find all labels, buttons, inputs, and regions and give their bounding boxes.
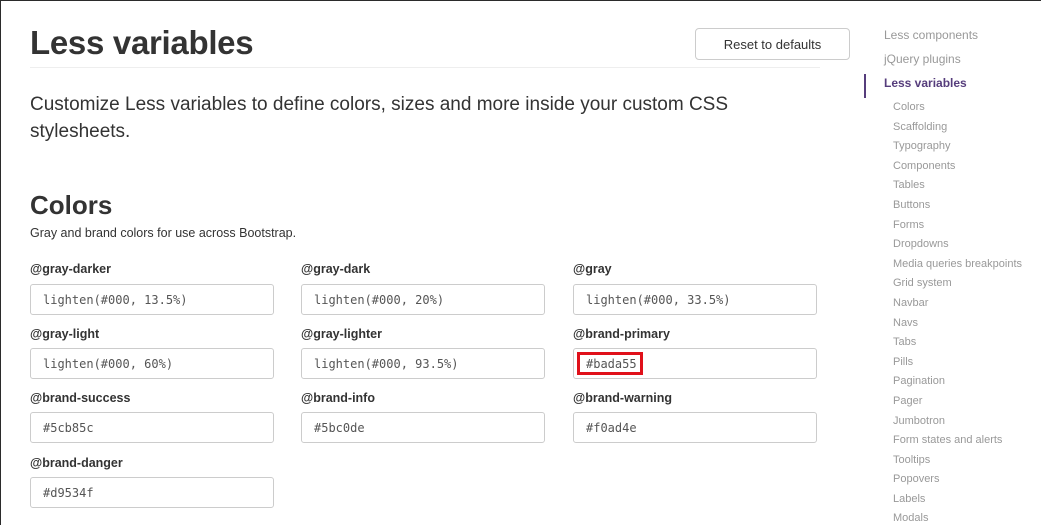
sidebar-subitem-pills[interactable]: Pills — [864, 353, 1041, 373]
var-label-brand-primary: @brand-primary — [573, 327, 670, 341]
var-label-gray: @gray — [573, 262, 612, 276]
var-label-brand-warning: @brand-warning — [573, 391, 672, 405]
sidebar-subitem-jumbotron[interactable]: Jumbotron — [864, 412, 1041, 432]
colors-section-title: Colors — [30, 190, 113, 220]
var-input-gray[interactable] — [573, 284, 817, 315]
sidebar-subitem-pagination[interactable]: Pagination — [864, 372, 1041, 392]
sidebar-subitem-navs[interactable]: Navs — [864, 314, 1041, 334]
sidebar-subitem-navbar[interactable]: Navbar — [864, 294, 1041, 314]
sidebar-subitem-buttons[interactable]: Buttons — [864, 196, 1041, 216]
var-input-gray-darker[interactable] — [30, 284, 274, 315]
var-input-brand-info[interactable] — [301, 412, 545, 443]
main-content: Less variables Reset to defaults Customi… — [30, 0, 850, 525]
var-input-brand-success[interactable] — [30, 412, 274, 443]
var-label-gray-light: @gray-light — [30, 327, 100, 341]
sidebar-subitem-media-queries-breakpoints[interactable]: Media queries breakpoints — [864, 255, 1041, 275]
var-label-gray-lighter: @gray-lighter — [301, 327, 382, 341]
docs-sidebar-nav: Less components jQuery plugins Less vari… — [864, 26, 1041, 525]
var-label-gray-darker: @gray-darker — [30, 262, 111, 276]
var-label-brand-success: @brand-success — [30, 391, 131, 405]
sidebar-subitem-forms[interactable]: Forms — [864, 216, 1041, 236]
colors-section-description: Gray and brand colors for use across Boo… — [30, 226, 297, 240]
sidebar-subitem-form-states-and-alerts[interactable]: Form states and alerts — [864, 431, 1041, 451]
sidebar-subitem-pager[interactable]: Pager — [864, 392, 1041, 412]
sidebar-subitem-modals[interactable]: Modals — [864, 509, 1041, 525]
reset-defaults-button[interactable]: Reset to defaults — [695, 28, 850, 60]
sidebar-item-less-variables[interactable]: Less variables — [864, 74, 1041, 98]
sidebar-item-less-components[interactable]: Less components — [864, 26, 1041, 50]
var-label-brand-danger: @brand-danger — [30, 456, 123, 470]
sidebar-subitem-grid-system[interactable]: Grid system — [864, 274, 1041, 294]
sidebar-subitem-dropdowns[interactable]: Dropdowns — [864, 235, 1041, 255]
var-input-gray-lighter[interactable] — [301, 348, 545, 379]
var-input-gray-light[interactable] — [30, 348, 274, 379]
sidebar-subitem-tabs[interactable]: Tabs — [864, 333, 1041, 353]
var-label-gray-dark: @gray-dark — [301, 262, 371, 276]
sidebar-subitem-tooltips[interactable]: Tooltips — [864, 451, 1041, 471]
var-label-brand-info: @brand-info — [301, 391, 375, 405]
var-input-brand-primary[interactable] — [573, 348, 817, 379]
sidebar-subitem-labels[interactable]: Labels — [864, 490, 1041, 510]
var-input-brand-warning[interactable] — [573, 412, 817, 443]
sidebar-subitem-scaffolding[interactable]: Scaffolding — [864, 118, 1041, 138]
var-input-gray-dark[interactable] — [301, 284, 545, 315]
sidebar-subitem-popovers[interactable]: Popovers — [864, 470, 1041, 490]
var-input-brand-danger[interactable] — [30, 477, 274, 508]
lead-text: Customize Less variables to define color… — [30, 94, 729, 142]
title-divider — [30, 67, 820, 68]
page-title: Less variables — [30, 24, 254, 61]
sidebar-subitem-typography[interactable]: Typography — [864, 137, 1041, 157]
sidebar-subitem-components[interactable]: Components — [864, 157, 1041, 177]
sidebar-subitem-tables[interactable]: Tables — [864, 176, 1041, 196]
sidebar-item-jquery-plugins[interactable]: jQuery plugins — [864, 50, 1041, 74]
sidebar-subitem-colors[interactable]: Colors — [864, 98, 1041, 118]
